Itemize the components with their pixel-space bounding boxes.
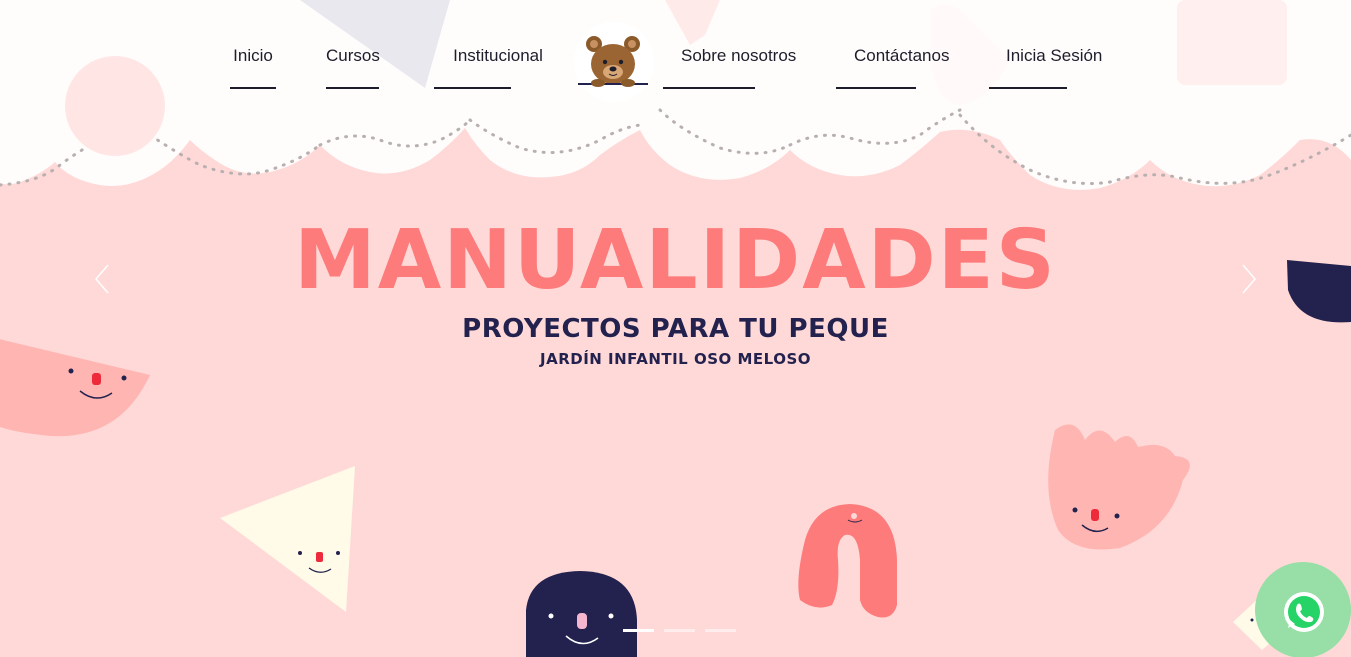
nav-inicia-sesion[interactable]: Inicia Sesión — [989, 46, 1119, 89]
teddy-bear-icon — [578, 36, 648, 87]
chevron-left-icon — [95, 264, 109, 294]
nav-sobre-nosotros-label: Sobre nosotros — [681, 46, 797, 65]
arch-character — [798, 504, 897, 618]
nav-underline — [836, 87, 916, 89]
nav-cursos[interactable]: Cursos — [326, 46, 380, 89]
nav-underline — [434, 87, 511, 89]
carousel-dot[interactable] — [664, 629, 695, 632]
nav-underline — [230, 87, 276, 89]
header-faded-shapes — [65, 0, 1287, 156]
nav-institucional[interactable]: Institucional — [434, 46, 562, 89]
carousel-dot[interactable] — [623, 629, 654, 632]
nav-contactanos[interactable]: Contáctanos — [836, 46, 966, 89]
blob-character — [526, 571, 637, 657]
carousel-indicators — [623, 629, 736, 632]
chevron-right-icon — [1242, 264, 1256, 294]
nav-sobre-nosotros[interactable]: Sobre nosotros — [663, 46, 818, 89]
carousel-prev-button[interactable] — [88, 262, 118, 296]
whatsapp-button[interactable] — [1255, 562, 1351, 657]
nav-inicia-sesion-label: Inicia Sesión — [1006, 46, 1103, 65]
hero-title: MANUALIDADES — [294, 213, 1057, 308]
nav-cursos-label: Cursos — [326, 46, 380, 65]
nav-contactanos-label: Contáctanos — [854, 46, 950, 65]
hero-tagline: JARDÍN INFANTIL OSO MELOSO — [540, 350, 811, 368]
nav-underline — [989, 87, 1067, 89]
tulip-character — [1048, 424, 1190, 550]
logo[interactable] — [574, 22, 654, 102]
nav-underline — [663, 87, 755, 89]
carousel-dot[interactable] — [705, 629, 736, 632]
nav-institucional-label: Institucional — [453, 46, 543, 65]
nav-underline — [326, 87, 379, 89]
whatsapp-icon — [1284, 592, 1324, 632]
triangle-character — [220, 466, 355, 612]
nav-inicio-label: Inicio — [233, 46, 273, 65]
carousel-next-button[interactable] — [1233, 262, 1263, 296]
site-header: Inicio Cursos Institucional Sobre nosotr… — [0, 0, 1351, 215]
hero-subtitle: PROYECTOS PARA TU PEQUE — [462, 314, 889, 344]
main-nav: Inicio Cursos Institucional Sobre nosotr… — [0, 22, 1351, 102]
nav-inicio[interactable]: Inicio — [230, 46, 276, 89]
